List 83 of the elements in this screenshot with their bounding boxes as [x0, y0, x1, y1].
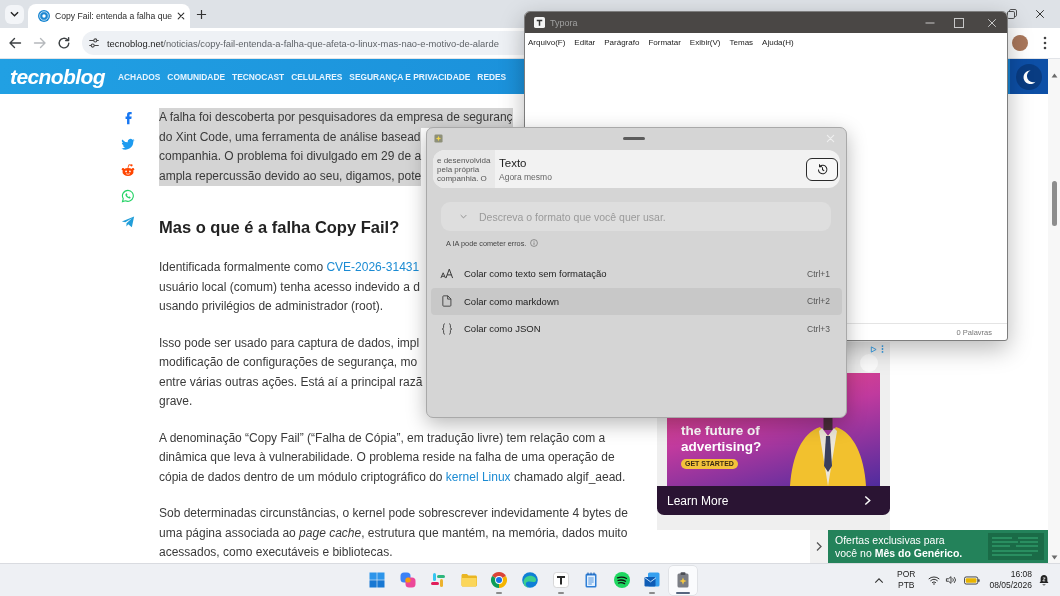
- plus-icon[interactable]: [195, 8, 207, 20]
- clock-date[interactable]: 08/05/2026: [989, 580, 1032, 591]
- menu-item[interactable]: Temas: [729, 37, 754, 47]
- keyboard-layout[interactable]: PTB: [897, 580, 915, 591]
- maximize-icon[interactable]: [954, 17, 964, 28]
- letter-t-icon[interactable]: [551, 570, 570, 589]
- segmented-circle-icon[interactable]: [490, 570, 509, 589]
- pinwheel-icon[interactable]: [429, 570, 448, 589]
- dark-mode-button[interactable]: [1010, 59, 1048, 94]
- bird-icon[interactable]: [121, 137, 135, 151]
- chevron-right-icon: [864, 495, 871, 506]
- arrow-left-icon[interactable]: [8, 36, 22, 50]
- chevron-down-icon: [10, 11, 19, 17]
- menu-item[interactable]: Parágrafo: [604, 37, 640, 47]
- menu-item[interactable]: Arquivo(F): [528, 37, 566, 47]
- four-squares-icon[interactable]: [368, 570, 387, 589]
- moon-icon: [1016, 63, 1042, 90]
- article-link[interactable]: CVE-2026-31431: [326, 260, 420, 274]
- drag-handle[interactable]: [623, 137, 646, 140]
- swirl-icon[interactable]: [398, 570, 417, 589]
- keyboard-shortcut: Ctrl+3: [807, 323, 830, 334]
- clock-time[interactable]: 16:08: [1010, 569, 1032, 580]
- kebab-menu-icon[interactable]: [1043, 36, 1047, 50]
- sliders-icon[interactable]: [88, 37, 100, 49]
- clip-title: Texto: [499, 156, 528, 169]
- promo-banner[interactable]: Ofertas exclusivas para você no Mês do Genérico.: [828, 530, 1048, 563]
- clip-time: Agora mesmo: [499, 171, 552, 182]
- paper-plane-icon[interactable]: [121, 215, 135, 229]
- arcs-circle-icon[interactable]: [612, 570, 631, 589]
- learn-more-button[interactable]: Learn More: [657, 486, 890, 515]
- menu-item[interactable]: Editar: [574, 37, 596, 47]
- scroll-up-icon[interactable]: [1050, 73, 1058, 78]
- prompt-field[interactable]: Descreva o formato que você quer usar.: [441, 202, 831, 231]
- circle-icon: [860, 354, 878, 372]
- chevron-up-icon[interactable]: [874, 576, 885, 584]
- menu-item[interactable]: Exibir(V): [689, 37, 721, 47]
- play-triangle-icon[interactable]: [870, 345, 877, 353]
- letter-t-icon: [534, 17, 545, 28]
- clipboard-item-card[interactable]: e desenvolvida pela própria companhia. O Texto Agora mesmo: [433, 150, 840, 188]
- menu-item[interactable]: Formatar: [648, 37, 681, 47]
- article-paragraph: A denominação “Copy Fail” (“Falha de Cópia”, em tradução livre) tem relação com a dinâmica que leva à vulnerabilidade. O problema reside na falha de uma operação de cópia de dados dentro de um módulo criptográfico do kernel Linux chamado algif_aead.: [159, 429, 626, 486]
- promo-text: Ofertas exclusivas para você no Mês do Genérico.: [835, 534, 963, 559]
- text-preview: e desenvolvida pela própria companhia. O: [433, 150, 495, 188]
- restore-icon[interactable]: [1007, 9, 1017, 19]
- font-size-icon: [440, 268, 454, 280]
- address-field[interactable]: tecnoblog.net/noticias/copy-fail-entenda-a-falha-que-afeta-o-linux-mas-nao-e-motivo-de-alarde: [82, 31, 524, 55]
- article-paragraph: Identificada formalmente como CVE-2026-31431 usuário local (comum) tenha acesso indevido a d usando privilégios de administrador (root).: [159, 259, 420, 315]
- wifi-icon[interactable]: [928, 575, 941, 585]
- ad-headline: the future of advertising?: [681, 423, 763, 455]
- reload-icon[interactable]: [57, 36, 71, 50]
- paste-option[interactable]: Colar como JSON Ctrl+3: [431, 315, 842, 343]
- envelope-tile-icon[interactable]: [643, 570, 662, 589]
- paste-option[interactable]: Colar como markdown Ctrl+2: [431, 287, 842, 315]
- close-icon[interactable]: [1035, 9, 1045, 19]
- article-heading: Mas o que é a falha Copy Fail?: [159, 217, 400, 238]
- language-code[interactable]: POR: [897, 569, 916, 580]
- alien-head-icon[interactable]: [121, 163, 135, 177]
- menu-item[interactable]: Ajuda(H): [762, 37, 794, 47]
- circle-logo-icon: [38, 10, 50, 22]
- history-button[interactable]: [806, 157, 838, 181]
- tab-list-button[interactable]: [5, 4, 24, 24]
- close-icon[interactable]: [177, 12, 186, 20]
- scrollbar-thumb[interactable]: [1051, 181, 1057, 226]
- window-title: Typora: [550, 17, 578, 28]
- braces-icon: [441, 322, 453, 335]
- browser-tab[interactable]: Copy Fail: entenda a falha que: [28, 4, 190, 28]
- sparkle-tile-icon: [434, 134, 443, 143]
- article-link[interactable]: kernel Linux: [445, 469, 511, 484]
- article-paragraph: Isso pode ser usado para captura de dados, impl modificação de configurações de segurança, mo entre várias outras ações. Está aí a principal razã grave.: [159, 334, 423, 410]
- history-icon: [815, 162, 829, 176]
- bell-snooze-icon[interactable]: [1038, 574, 1050, 586]
- document-icon: [442, 295, 452, 308]
- scroll-down-icon[interactable]: [1050, 555, 1058, 560]
- scrollbar-track[interactable]: [1048, 59, 1060, 563]
- speaker-icon[interactable]: [945, 575, 958, 585]
- wave-circle-icon[interactable]: [521, 570, 539, 589]
- keyboard-shortcut: Ctrl+2: [807, 296, 830, 307]
- keyboard-shortcut: Ctrl+1: [807, 268, 830, 279]
- article-paragraph: Sob determinadas circunstâncias, o kernel pode sobrescrever indevidamente 4 bytes de uma página associada ao page cache, estrutura que mantém, na memória, dados muito acessados, como executáveis e bibliotecas.: [159, 505, 628, 561]
- paste-option[interactable]: Colar como texto sem formatação Ctrl+1: [431, 260, 842, 288]
- battery-icon[interactable]: [964, 575, 981, 585]
- avatar-icon[interactable]: [1012, 35, 1028, 51]
- chevron-right-icon[interactable]: [810, 530, 828, 563]
